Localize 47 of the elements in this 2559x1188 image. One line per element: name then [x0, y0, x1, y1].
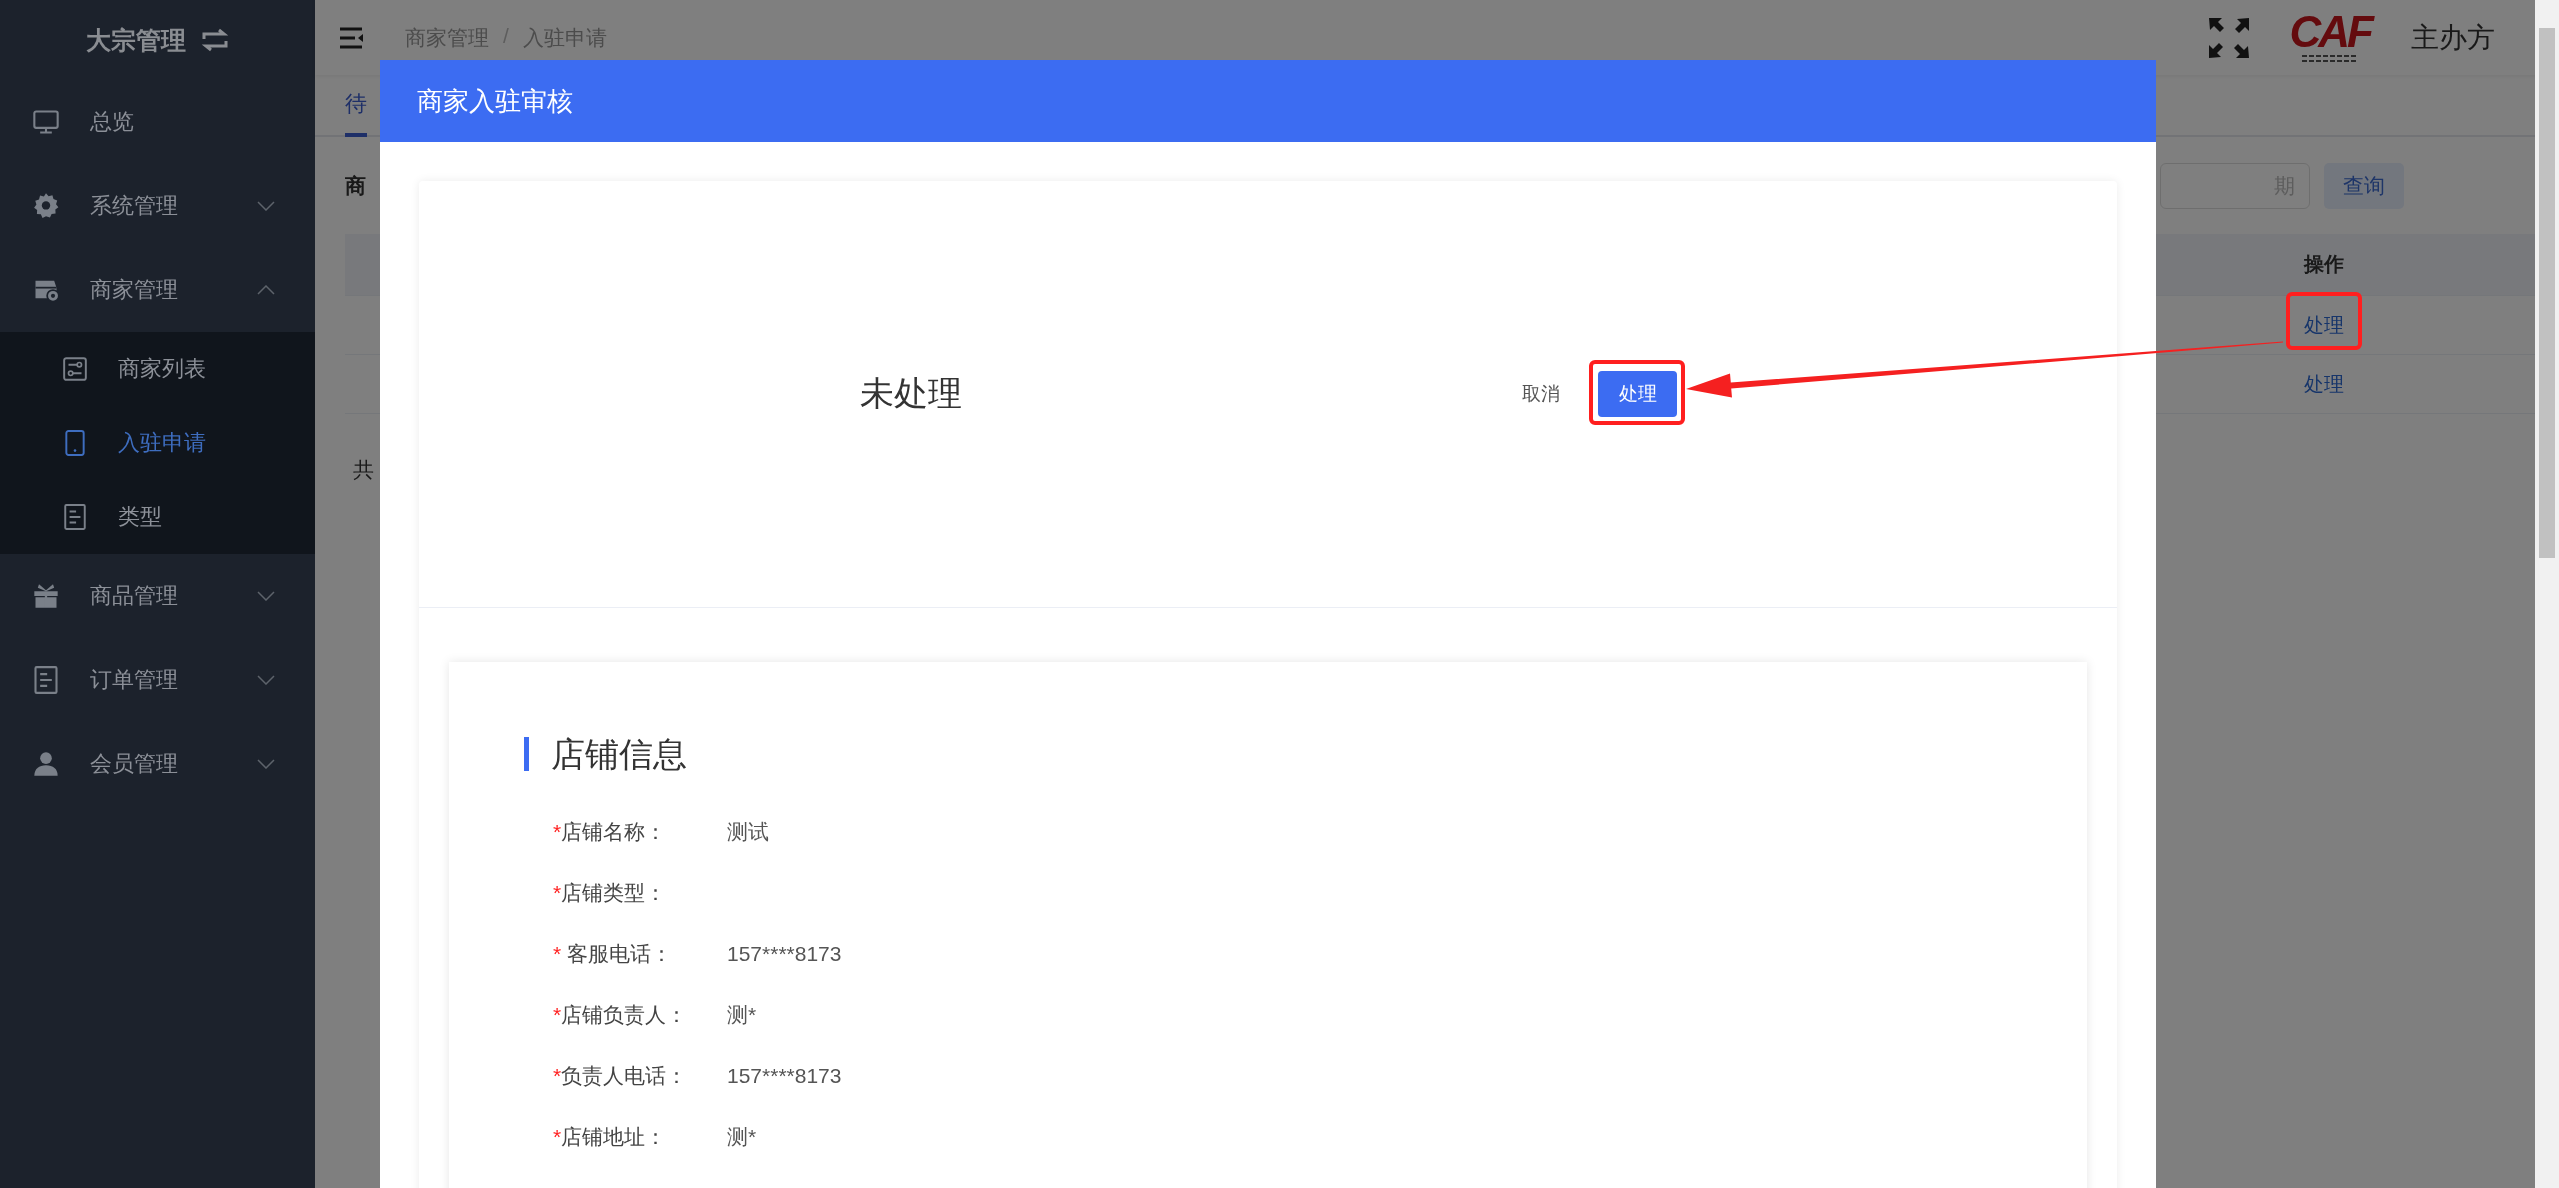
field-value: 测* — [727, 1123, 757, 1150]
sliders-icon — [62, 356, 88, 382]
query-button[interactable]: 查询 — [2324, 162, 2404, 209]
tab[interactable]: 待 — [345, 89, 367, 137]
field-value: 157****8173 — [727, 1063, 842, 1088]
modal-header: 商家入驻审核 — [380, 60, 2156, 142]
field-label: *负责人电话： — [553, 1062, 689, 1089]
field-label: * 客服电话： — [553, 940, 674, 967]
field-label: *店铺类型： — [553, 879, 668, 906]
sidebar-item[interactable]: 订单管理 — [0, 638, 315, 722]
sidebar-item[interactable]: 系统管理 — [0, 164, 315, 248]
total-count: 共 — [352, 457, 375, 483]
cancel-button[interactable]: 取消 — [1504, 373, 1578, 415]
fullscreen-icon[interactable] — [2207, 16, 2250, 59]
sidebar-item[interactable]: 总览 — [0, 80, 315, 164]
field-value: 157****8173 — [727, 941, 842, 966]
process-link[interactable]: 处理 — [2304, 311, 2344, 339]
sidebar-item[interactable]: 会员管理 — [0, 722, 315, 806]
document-icon — [62, 504, 88, 530]
field-value: 测* — [727, 1001, 757, 1028]
app-title: 大宗管理 — [85, 24, 186, 56]
column-header: 操作 — [2302, 252, 2345, 277]
user-icon — [32, 750, 60, 778]
document-icon — [32, 666, 60, 694]
section-title: 店铺信息 — [524, 737, 2087, 771]
sidebar-item[interactable]: 商家管理 — [0, 248, 315, 332]
process-link[interactable]: 处理 — [2304, 370, 2344, 398]
process-button[interactable]: 处理 — [1598, 371, 1677, 417]
sidebar-item[interactable]: 商品管理 — [0, 554, 315, 638]
field-label: *店铺名称： — [553, 818, 668, 845]
monitor-icon — [32, 108, 60, 136]
settings-icon — [32, 192, 60, 220]
field-label: *店铺地址： — [553, 1123, 668, 1150]
field-label: *店铺负责人： — [553, 1001, 689, 1028]
submenu-item[interactable]: 商家列表 — [0, 332, 315, 406]
filter-label: 商 — [345, 172, 367, 199]
field-value: 测试 — [727, 818, 769, 845]
organizer-label: 主办方 — [2411, 20, 2495, 55]
submenu-item[interactable]: 类型 — [0, 480, 315, 554]
gift-icon — [32, 582, 60, 610]
scrollbar[interactable] — [2535, 0, 2559, 1188]
tablet-icon — [62, 430, 88, 456]
status-text: 未处理 — [860, 373, 962, 414]
breadcrumb-separator: / — [503, 23, 509, 49]
submenu-item[interactable]: 入驻申请 — [0, 406, 315, 480]
menu-icon[interactable] — [339, 26, 365, 49]
organizer-logo: CAF — [2289, 11, 2371, 64]
